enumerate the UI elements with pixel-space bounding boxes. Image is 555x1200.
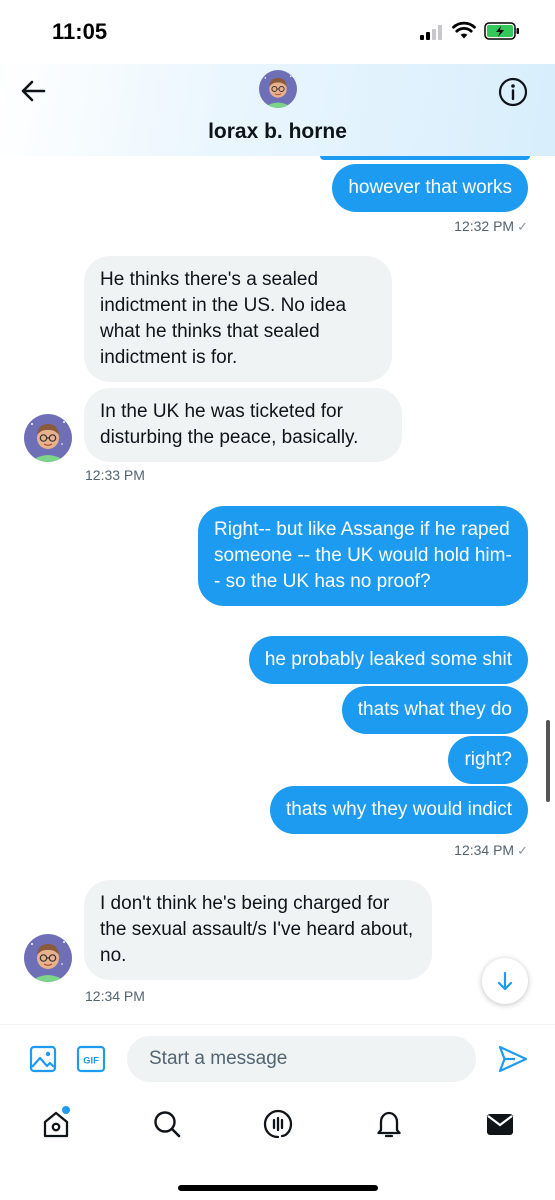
home-indicator <box>178 1185 378 1191</box>
tab-home[interactable] <box>40 1106 72 1140</box>
info-icon[interactable] <box>497 76 529 108</box>
message-composer: GIF <box>0 1024 555 1092</box>
status-time: 11:05 <box>52 19 108 44</box>
tab-spaces[interactable] <box>262 1108 294 1140</box>
gif-label: GIF <box>83 1056 99 1067</box>
scrollbar[interactable] <box>546 720 550 802</box>
message-bubble-outgoing[interactable]: thats what they do <box>341 686 528 734</box>
back-arrow-icon[interactable] <box>18 76 48 106</box>
status-bar: 11:05 <box>0 0 555 64</box>
conversation-header: lorax b. horne <box>0 64 555 156</box>
contact-avatar[interactable] <box>259 70 297 108</box>
notification-dot <box>62 1106 70 1114</box>
message-bubble-outgoing[interactable]: however that works <box>332 164 528 212</box>
tab-notifications[interactable] <box>373 1108 405 1140</box>
tab-search[interactable] <box>151 1108 183 1140</box>
message-bubble-incoming[interactable]: I don't think he's being charged for the… <box>84 880 432 980</box>
message-bubble-outgoing[interactable]: right? <box>448 736 528 784</box>
battery-charging-icon <box>484 22 519 40</box>
search-icon <box>154 1111 181 1138</box>
cellular-signal-icon <box>420 24 446 40</box>
message-timestamp: 12:34 PM <box>85 988 145 1004</box>
wifi-icon <box>452 21 476 39</box>
bottom-tab-bar <box>0 1094 555 1164</box>
message-timestamp: 12:34 PM ✓ <box>454 842 528 859</box>
contact-avatar[interactable] <box>24 934 72 982</box>
message-list[interactable]: however that works 12:32 PM ✓ He thinks t… <box>0 156 555 1024</box>
message-timestamp: 12:33 PM <box>85 467 145 483</box>
image-icon[interactable] <box>29 1045 57 1073</box>
message-timestamp: 12:32 PM ✓ <box>454 218 528 235</box>
arrow-down-icon <box>497 971 513 991</box>
messages-icon <box>487 1114 513 1135</box>
notifications-icon <box>377 1111 401 1138</box>
contact-name[interactable]: lorax b. horne <box>0 120 555 144</box>
read-receipt-icon: ✓ <box>517 843 528 858</box>
message-bubble-incoming[interactable]: He thinks there's a sealed indictment in… <box>84 256 392 382</box>
message-bubble-clipped <box>320 156 530 160</box>
message-bubble-incoming[interactable]: In the UK he was ticketed for disturbing… <box>84 388 402 462</box>
timestamp-text: 12:34 PM <box>454 842 515 858</box>
contact-avatar[interactable] <box>24 414 72 462</box>
tab-messages[interactable] <box>484 1108 516 1140</box>
spaces-icon <box>263 1109 293 1139</box>
timestamp-text: 12:32 PM <box>454 218 515 234</box>
message-bubble-outgoing[interactable]: he probably leaked some shit <box>248 636 528 684</box>
read-receipt-icon: ✓ <box>517 219 528 234</box>
message-bubble-outgoing[interactable]: thats why they would indict <box>269 786 528 834</box>
send-icon[interactable] <box>497 1044 529 1074</box>
message-input[interactable] <box>127 1036 476 1082</box>
message-bubble-outgoing[interactable]: Right-- but like Assange if he raped som… <box>198 506 528 606</box>
gif-icon[interactable]: GIF <box>76 1045 106 1073</box>
scroll-to-bottom-button[interactable] <box>482 958 528 1004</box>
